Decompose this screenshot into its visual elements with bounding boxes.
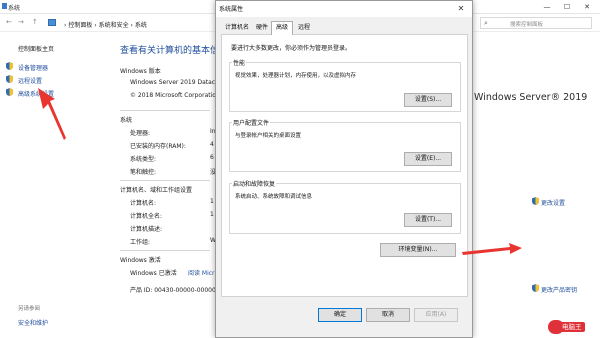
arrow-to-advanced-settings [38,88,66,140]
arrow-to-environment-variables [462,243,522,255]
annotation-arrows [38,88,522,255]
